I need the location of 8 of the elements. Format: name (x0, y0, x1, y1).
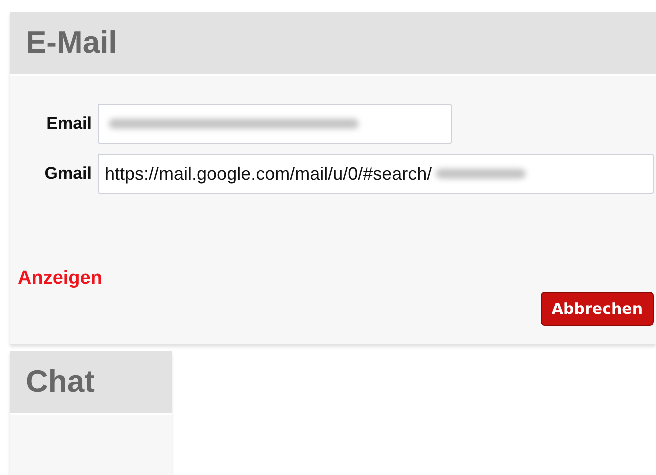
panel-title: Chat (10, 351, 172, 415)
input-field[interactable]: https://mail.google.com/mail/u/0/#search/ (98, 154, 654, 194)
cancel-button[interactable]: Abbrechen (540, 292, 654, 326)
field-label: Gmail (44, 164, 92, 184)
field-label: Email (46, 114, 92, 134)
show-link[interactable]: Anzeigen (18, 268, 102, 290)
input-field[interactable] (98, 104, 452, 144)
panel-title: E-Mail (10, 12, 656, 76)
